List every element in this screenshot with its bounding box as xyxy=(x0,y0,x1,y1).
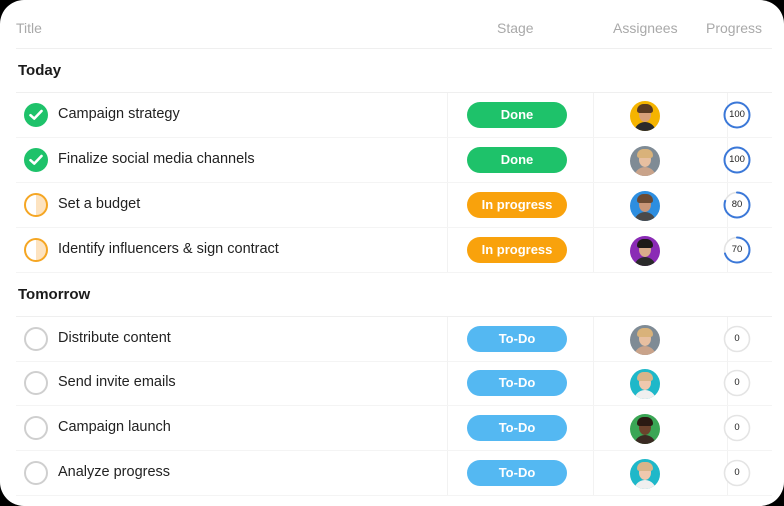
avatar-hair xyxy=(637,194,653,203)
assignee-avatar[interactable] xyxy=(630,325,660,355)
column-divider xyxy=(447,451,448,495)
stage-badge[interactable]: Done xyxy=(467,147,567,173)
table-header: Title Stage Assignees Progress xyxy=(0,0,784,48)
task-table-card: Title Stage Assignees Progress Today Camp… xyxy=(0,0,784,506)
assignee-avatar[interactable] xyxy=(630,369,660,399)
half-circle-icon[interactable] xyxy=(24,238,48,262)
avatar-body xyxy=(634,435,656,444)
progress-value: 100 xyxy=(729,154,745,165)
progress-ring: 100 xyxy=(723,101,751,129)
empty-circle-icon[interactable] xyxy=(24,371,48,395)
progress-ring: 0 xyxy=(723,414,751,442)
column-divider xyxy=(593,183,594,227)
task-row[interactable]: Send invite emails To-Do 0 xyxy=(16,361,772,405)
row-divider xyxy=(16,272,772,273)
task-row[interactable]: Finalize social media channels Done 100 xyxy=(16,138,772,182)
column-divider xyxy=(447,183,448,227)
stage-badge[interactable]: To-Do xyxy=(467,415,567,441)
column-divider xyxy=(447,406,448,450)
progress-ring: 0 xyxy=(723,459,751,487)
assignee-avatar[interactable] xyxy=(630,459,660,489)
assignee-avatar[interactable] xyxy=(630,101,660,131)
column-divider xyxy=(593,406,594,450)
assignee-avatar[interactable] xyxy=(630,146,660,176)
task-row[interactable]: Campaign launch To-Do 0 xyxy=(16,406,772,450)
empty-circle-icon[interactable] xyxy=(24,461,48,485)
task-row[interactable]: Analyze progress To-Do 0 xyxy=(16,451,772,495)
task-title[interactable]: Distribute content xyxy=(58,330,171,346)
task-row[interactable]: Distribute content To-Do 0 xyxy=(16,317,772,361)
empty-circle-icon[interactable] xyxy=(24,327,48,351)
header-divider xyxy=(16,48,772,49)
avatar-hair xyxy=(637,462,653,471)
progress-ring: 0 xyxy=(723,369,751,397)
section-title-today: Today xyxy=(18,62,62,79)
column-divider xyxy=(447,361,448,405)
avatar-body xyxy=(634,212,656,221)
task-row[interactable]: Campaign strategy Done 100 xyxy=(16,93,772,137)
avatar-body xyxy=(634,257,656,266)
avatar-body xyxy=(634,480,656,489)
half-circle-icon[interactable] xyxy=(24,193,48,217)
stage-badge[interactable]: To-Do xyxy=(467,370,567,396)
check-circle-icon[interactable] xyxy=(24,103,48,127)
check-circle-icon[interactable] xyxy=(24,148,48,172)
task-title[interactable]: Campaign launch xyxy=(58,419,171,435)
progress-ring: 70 xyxy=(723,236,751,264)
empty-circle-icon[interactable] xyxy=(24,416,48,440)
task-title[interactable]: Finalize social media channels xyxy=(58,151,255,167)
task-title[interactable]: Set a budget xyxy=(58,196,140,212)
progress-ring: 100 xyxy=(723,146,751,174)
stage-badge[interactable]: In progress xyxy=(467,237,567,263)
column-divider xyxy=(447,317,448,361)
row-divider xyxy=(16,495,772,496)
progress-value: 70 xyxy=(731,244,743,255)
stage-badge[interactable]: In progress xyxy=(467,192,567,218)
assignee-avatar[interactable] xyxy=(630,236,660,266)
avatar-body xyxy=(634,122,656,131)
task-row[interactable]: Identify influencers & sign contract In p… xyxy=(16,228,772,272)
avatar-hair xyxy=(637,239,653,248)
avatar-hair xyxy=(637,104,653,113)
column-header-stage[interactable]: Stage xyxy=(497,20,534,36)
progress-value: 0 xyxy=(734,467,740,478)
section-title-tomorrow: Tomorrow xyxy=(18,286,91,303)
avatar-body xyxy=(634,167,656,176)
progress-value: 0 xyxy=(734,422,740,433)
column-divider xyxy=(593,361,594,405)
avatar-hair xyxy=(637,372,653,381)
column-header-title[interactable]: Title xyxy=(16,20,42,36)
progress-ring: 0 xyxy=(723,325,751,353)
task-title[interactable]: Campaign strategy xyxy=(58,106,180,122)
avatar-body xyxy=(634,390,656,399)
column-divider xyxy=(593,93,594,137)
progress-value: 0 xyxy=(734,377,740,388)
task-row[interactable]: Set a budget In progress 80 xyxy=(16,183,772,227)
column-header-assignees[interactable]: Assignees xyxy=(613,20,678,36)
progress-value: 80 xyxy=(731,199,743,210)
column-divider xyxy=(593,451,594,495)
column-divider xyxy=(593,138,594,182)
progress-ring: 80 xyxy=(723,191,751,219)
stage-badge[interactable]: To-Do xyxy=(467,326,567,352)
progress-value: 100 xyxy=(729,109,745,120)
avatar-body xyxy=(634,346,656,355)
stage-badge[interactable]: To-Do xyxy=(467,460,567,486)
task-title[interactable]: Identify influencers & sign contract xyxy=(58,241,279,257)
column-header-progress[interactable]: Progress xyxy=(706,20,762,36)
assignee-avatar[interactable] xyxy=(630,414,660,444)
column-divider xyxy=(447,93,448,137)
column-divider xyxy=(593,228,594,272)
avatar-hair xyxy=(637,328,653,337)
task-title[interactable]: Analyze progress xyxy=(58,464,170,480)
column-divider xyxy=(447,228,448,272)
avatar-hair xyxy=(637,149,653,158)
assignee-avatar[interactable] xyxy=(630,191,660,221)
progress-value: 0 xyxy=(734,333,740,344)
stage-badge[interactable]: Done xyxy=(467,102,567,128)
column-divider xyxy=(447,138,448,182)
task-title[interactable]: Send invite emails xyxy=(58,374,176,390)
avatar-hair xyxy=(637,417,653,426)
column-divider xyxy=(593,317,594,361)
